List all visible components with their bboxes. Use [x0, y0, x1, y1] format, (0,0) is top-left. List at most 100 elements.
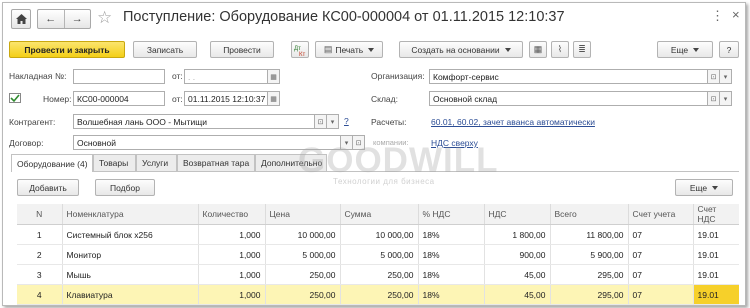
more-button[interactable]: Еще [657, 41, 713, 58]
tab-equipment[interactable]: Оборудование (4) [11, 154, 93, 172]
quantity[interactable]: 1,000 [197, 284, 265, 305]
contract-field[interactable]: Основной [73, 135, 341, 150]
price[interactable]: 250,00 [264, 284, 340, 305]
quantity[interactable]: 1,000 [197, 264, 265, 285]
item-name[interactable]: Клавиатура [61, 284, 198, 305]
amount[interactable]: 250,00 [339, 284, 418, 305]
vat-account[interactable]: 19.01 [692, 244, 739, 265]
warehouse-field[interactable]: Основной склад [429, 91, 708, 106]
forward-arrow-icon[interactable]: → [63, 10, 91, 28]
number-field[interactable]: КС00-000004 [73, 91, 165, 106]
quantity[interactable]: 1,000 [197, 244, 265, 265]
column-header[interactable]: Всего [549, 204, 628, 225]
help-button[interactable]: ? [719, 41, 739, 58]
vat-amount[interactable]: 45,00 [483, 284, 550, 305]
price[interactable]: 10 000,00 [264, 224, 340, 245]
table-row-selected[interactable]: 4 Клавиатура 1,000 250,00 250,00 18% 45,… [17, 284, 739, 305]
vat-account[interactable]: 19.01 [692, 284, 739, 305]
total[interactable]: 5 900,00 [549, 244, 628, 265]
vat-rate[interactable]: 18% [417, 264, 484, 285]
tab-returnable-packaging[interactable]: Возвратная тара [177, 154, 255, 171]
counterparty-dropdown-icon[interactable]: ▾ [327, 114, 339, 129]
table-row[interactable]: 3 Мышь 1,000 250,00 250,00 18% 45,00 295… [17, 264, 739, 285]
invoice-label: Накладная [9, 71, 53, 81]
vat-rate[interactable]: 18% [417, 244, 484, 265]
home-button[interactable] [11, 9, 31, 29]
invoice-number-field[interactable] [73, 69, 165, 84]
item-name[interactable]: Системный блок x256 [61, 224, 198, 245]
column-header[interactable]: Сумма [339, 204, 418, 225]
price[interactable]: 5 000,00 [264, 244, 340, 265]
column-header[interactable]: Счет НДС [692, 204, 739, 225]
invoice-date-field[interactable]: . . [184, 69, 268, 84]
vat-amount[interactable]: 45,00 [483, 264, 550, 285]
window-menu-icon[interactable]: ⋮ [711, 8, 725, 24]
table-row[interactable]: 1 Системный блок x256 1,000 10 000,00 10… [17, 224, 739, 245]
companies-caption: компании: [373, 138, 409, 147]
organization-dropdown-icon[interactable]: ▾ [720, 69, 732, 84]
vat-on-top-link[interactable]: НДС сверху [431, 138, 478, 148]
select-items-button[interactable]: Подбор [95, 179, 155, 196]
amount[interactable]: 5 000,00 [339, 244, 418, 265]
report-button[interactable]: ▦ [529, 41, 547, 58]
item-name[interactable]: Монитор [61, 244, 198, 265]
account[interactable]: 07 [627, 284, 693, 305]
column-header[interactable]: Номенклатура [61, 204, 198, 225]
post-button[interactable]: Провести [210, 41, 274, 58]
date-field[interactable]: 01.11.2015 12:10:37 [184, 91, 268, 106]
counterparty-help-link[interactable]: ? [344, 116, 349, 126]
settlements-link[interactable]: 60.01, 60.02, зачет аванса автоматически [431, 117, 595, 127]
create-based-on-button[interactable]: Создать на основании [399, 41, 523, 58]
account[interactable]: 07 [627, 224, 693, 245]
organization-open-icon[interactable]: ⊡ [708, 69, 720, 84]
calendar-icon[interactable]: ▦ [268, 91, 280, 106]
column-header[interactable]: % НДС [417, 204, 484, 225]
favorite-star-icon[interactable]: ☆ [97, 8, 112, 28]
total[interactable]: 11 800,00 [549, 224, 628, 245]
tab-additional[interactable]: Дополнительно [255, 154, 327, 171]
contract-open-icon[interactable]: ⊡ [353, 135, 365, 150]
organization-field[interactable]: Комфорт-сервис [429, 69, 708, 84]
vat-rate[interactable]: 18% [417, 224, 484, 245]
warehouse-open-icon[interactable]: ⊡ [708, 91, 720, 106]
add-row-button[interactable]: Добавить [17, 179, 79, 196]
account[interactable]: 07 [627, 264, 693, 285]
column-header[interactable]: Цена [264, 204, 340, 225]
vat-amount[interactable]: 1 800,00 [483, 224, 550, 245]
counterparty-field[interactable]: Волшебная лань ООО - Мытищи [73, 114, 315, 129]
account[interactable]: 07 [627, 244, 693, 265]
tab-services[interactable]: Услуги [136, 154, 177, 171]
table-row[interactable]: 2 Монитор 1,000 5 000,00 5 000,00 18% 90… [17, 244, 739, 265]
column-header[interactable]: Счет учета [627, 204, 693, 225]
price[interactable]: 250,00 [264, 264, 340, 285]
dt-kt-icon[interactable]: Дт Кт [291, 41, 309, 58]
counterparty-label: Контрагент: [9, 117, 56, 127]
amount[interactable]: 250,00 [339, 264, 418, 285]
total[interactable]: 295,00 [549, 284, 628, 305]
quantity[interactable]: 1,000 [197, 224, 265, 245]
post-and-close-button[interactable]: Провести и закрыть [9, 41, 125, 58]
warehouse-dropdown-icon[interactable]: ▾ [720, 91, 732, 106]
amount[interactable]: 10 000,00 [339, 224, 418, 245]
counterparty-open-icon[interactable]: ⊡ [315, 114, 327, 129]
print-button[interactable]: ▤ Печать [315, 41, 383, 58]
total[interactable]: 295,00 [549, 264, 628, 285]
close-icon[interactable]: × [732, 7, 740, 22]
column-header[interactable]: Количество [197, 204, 265, 225]
number-label: Номер: [43, 94, 72, 104]
structure-button[interactable]: ≣ [573, 41, 591, 58]
column-header[interactable]: N [17, 204, 62, 225]
attachments-button[interactable]: ⌇ [551, 41, 569, 58]
tab-goods[interactable]: Товары [93, 154, 136, 171]
contract-dropdown-icon[interactable]: ▾ [341, 135, 353, 150]
vat-amount[interactable]: 900,00 [483, 244, 550, 265]
back-arrow-icon[interactable]: ← [38, 10, 64, 28]
vat-rate[interactable]: 18% [417, 284, 484, 305]
column-header[interactable]: НДС [483, 204, 550, 225]
vat-account[interactable]: 19.01 [692, 224, 739, 245]
calendar-icon[interactable]: ▦ [268, 69, 280, 84]
vat-account[interactable]: 19.01 [692, 264, 739, 285]
item-name[interactable]: Мышь [61, 264, 198, 285]
write-button[interactable]: Записать [133, 41, 197, 58]
table-more-button[interactable]: Еще [675, 179, 733, 196]
